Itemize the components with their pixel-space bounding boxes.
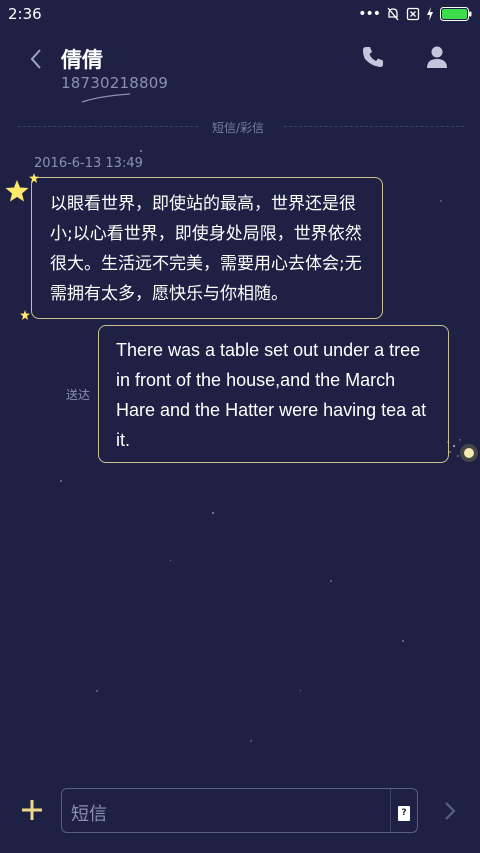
sparkle-decoration-icon [447, 439, 478, 462]
star-decoration-icon [29, 173, 39, 183]
star-decoration-icon [20, 310, 30, 320]
divider-line [18, 126, 198, 127]
contact-name[interactable]: 倩倩 [61, 44, 103, 74]
battery-icon [440, 7, 472, 21]
back-arrow-icon[interactable] [22, 44, 52, 74]
star-decoration-icon [5, 180, 29, 202]
incoming-message-text: 以眼看世界，即使站的最高，世界还是很小;以心看世界，即使身处局限，世界依然很大。… [50, 194, 362, 304]
message-input[interactable]: 短信 ? [61, 788, 418, 833]
status-time: 2:36 [8, 5, 42, 23]
phone-icon[interactable] [360, 44, 386, 70]
outgoing-message-text: There was a table set out under a tree i… [116, 340, 427, 450]
contact-number[interactable]: 18730218809 [61, 74, 168, 92]
input-separator [390, 789, 391, 832]
person-icon[interactable] [424, 44, 450, 70]
charging-icon [427, 7, 433, 21]
sim-error-icon [406, 7, 420, 21]
sim-card-icon[interactable]: ? [398, 806, 410, 821]
signature-squiggle [81, 93, 131, 103]
mute-bell-icon [387, 7, 399, 21]
divider-line [284, 126, 464, 127]
message-input-placeholder: 短信 [71, 804, 107, 825]
outgoing-message-bubble[interactable]: There was a table set out under a tree i… [98, 325, 449, 463]
send-arrow-icon[interactable] [438, 798, 462, 824]
add-icon[interactable] [18, 796, 46, 824]
status-bar: 2:36 ••• [0, 0, 480, 28]
incoming-message-bubble[interactable]: 以眼看世界，即使站的最高，世界还是很小;以心看世界，即使身处局限，世界依然很大。… [31, 177, 383, 319]
message-timestamp: 2016-6-13 13:49 [34, 156, 143, 171]
message-type-label: 短信/彩信 [212, 121, 265, 135]
status-icons: ••• [358, 6, 472, 22]
delivery-status: 送达 [66, 388, 91, 402]
more-dots-icon: ••• [358, 6, 381, 22]
